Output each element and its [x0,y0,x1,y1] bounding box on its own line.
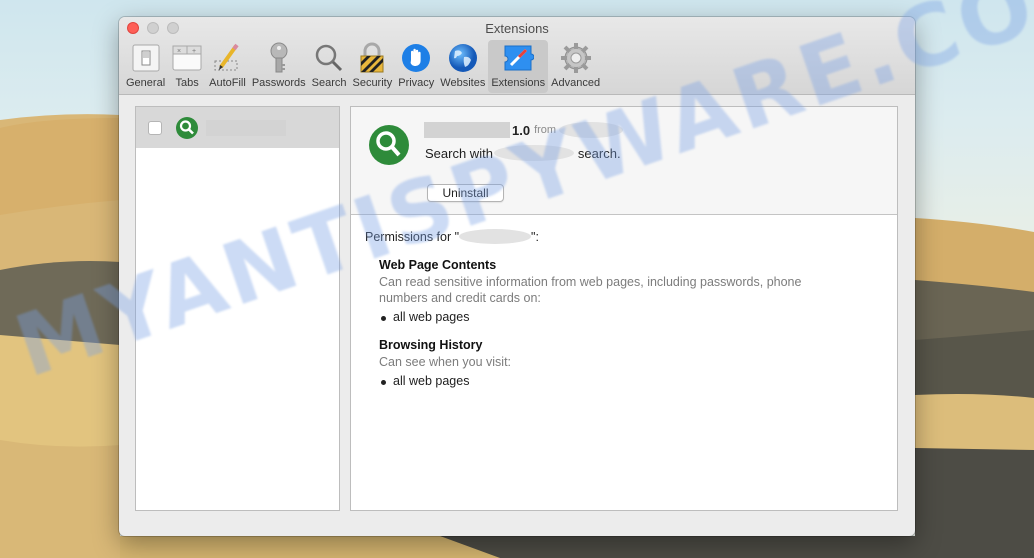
extensions-pane: 1.0 from Search with search. Uninstall P… [119,96,915,536]
tab-passwords[interactable]: Passwords [249,40,309,93]
permissions-prefix: Permissions for " [365,229,460,244]
extensions-list [135,106,340,511]
extension-version: 1.0 [512,122,531,138]
permission-web-page-contents: Web Page Contents Can read sensitive inf… [379,258,897,324]
tab-advanced[interactable]: Advanced [548,40,603,93]
extension-description: Search with search. [425,145,621,161]
tab-autofill[interactable]: AutoFill [206,40,249,93]
extension-name-redacted [206,119,286,136]
permissions-suffix: ": [531,229,539,244]
puzzle-compass-icon [502,42,535,74]
developer-redacted [559,122,624,138]
green-search-icon [176,116,198,139]
tab-websites[interactable]: Websites [437,40,488,93]
tab-general[interactable]: General [123,40,168,93]
description-prefix: Search with [425,145,493,161]
title-bar: Extensions General × + Tabs AutoFill Pas… [119,17,915,95]
extension-name-redacted [424,122,510,138]
tab-tabs[interactable]: × + Tabs [168,40,206,93]
permission-title: Web Page Contents [379,258,497,272]
extension-list-item[interactable] [136,107,339,148]
search-provider-redacted [493,145,574,161]
extension-name-redacted [459,229,532,244]
tab-extensions[interactable]: Extensions [488,40,549,93]
permission-title: Browsing History [379,338,483,352]
enable-extension-checkbox[interactable] [148,120,162,135]
permission-description: Can see when you visit: [379,355,512,369]
extension-header: 1.0 from Search with search. Uninstall [351,107,897,215]
permissions-heading: Permissions for " ": [365,229,897,244]
description-suffix: search. [577,145,621,161]
safari-preferences-window: Extensions General × + Tabs AutoFill Pas… [119,17,915,536]
window-title: Extensions [485,21,549,36]
tab-search[interactable]: Search [309,40,350,93]
general-switch-icon [130,42,162,74]
permission-scope-list: all web pages [379,310,897,324]
padlock-icon [356,42,388,74]
gear-icon [560,42,592,74]
permission-scope-list: all web pages [379,374,897,388]
extension-detail: 1.0 from Search with search. Uninstall P… [350,106,898,511]
svg-text:×: × [177,48,181,55]
permission-browsing-history: Browsing History Can see when you visit:… [379,338,897,388]
pencil-icon [211,42,243,74]
key-icon [263,42,295,74]
tab-security[interactable]: Security [349,40,395,93]
extension-icon [369,125,409,170]
permission-scope-item: all web pages [379,310,897,324]
permission-description: Can read sensitive information from web … [379,275,802,305]
permissions-section: Permissions for " ": Web Page Contents C… [351,215,897,388]
preferences-toolbar: General × + Tabs AutoFill Passwords Sear… [123,40,603,93]
tabs-icon: × + [171,42,203,74]
svg-text:+: + [192,48,196,55]
tab-privacy[interactable]: Privacy [395,40,437,93]
magnifier-icon [313,42,345,74]
permission-scope-item: all web pages [379,374,897,388]
uninstall-button[interactable]: Uninstall [427,184,504,202]
extension-title-line: 1.0 from [424,122,624,138]
globe-icon [447,42,479,74]
from-label: from [534,124,557,136]
hand-icon [400,42,432,74]
